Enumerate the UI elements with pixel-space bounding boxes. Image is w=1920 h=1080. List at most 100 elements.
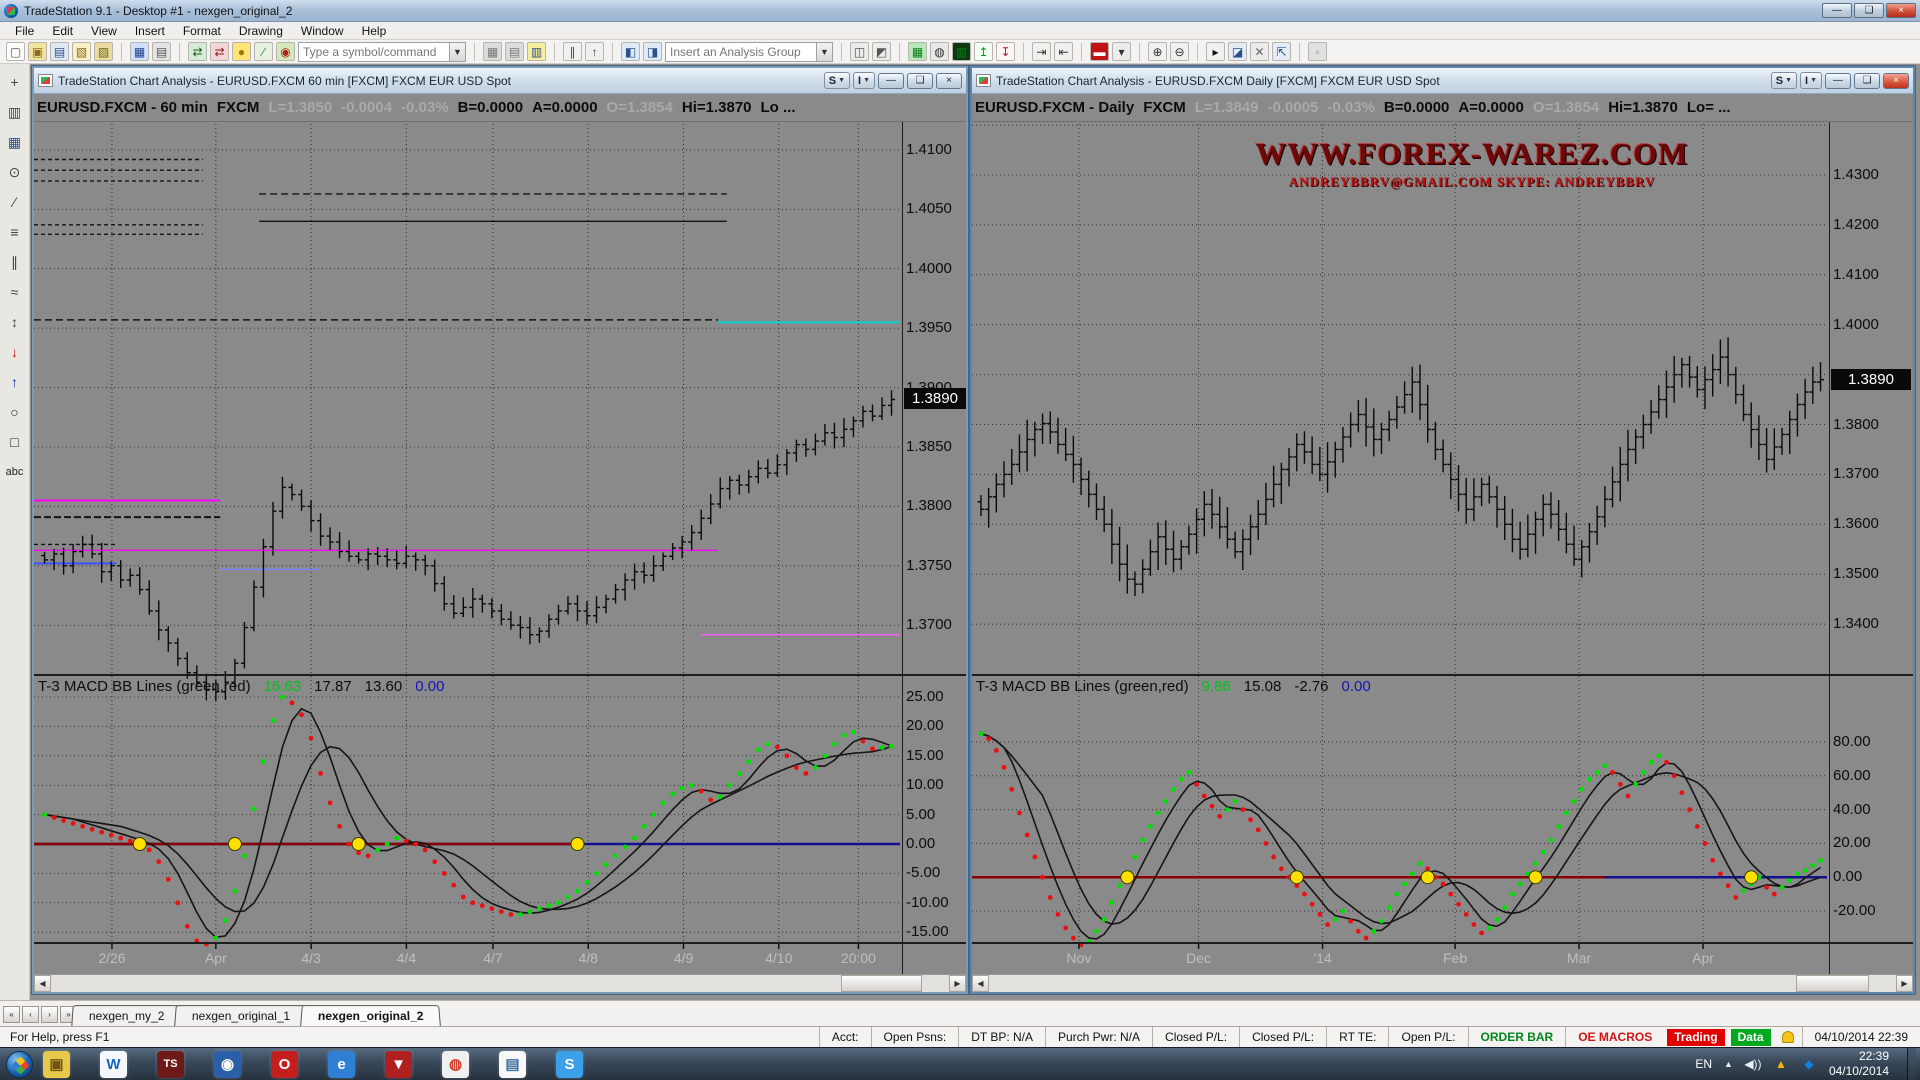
minimize-button[interactable]: — bbox=[1825, 73, 1851, 89]
zoom-tool-icon[interactable]: ⊙ bbox=[4, 162, 26, 182]
scroll-thumb[interactable] bbox=[841, 975, 922, 992]
grid-chart-icon[interactable]: ▦ bbox=[4, 132, 26, 152]
lock-icon[interactable]: ● bbox=[232, 42, 251, 61]
save-icon[interactable]: ▦ bbox=[130, 42, 149, 61]
menu-item-view[interactable]: View bbox=[82, 23, 126, 39]
workspace-tab-nexgen_original_2[interactable]: nexgen_original_2 bbox=[301, 1005, 442, 1026]
save-desktop-icon[interactable]: ▤ bbox=[50, 42, 69, 61]
pencil-tool-icon[interactable]: ∕ bbox=[4, 192, 26, 212]
bar-width-a-icon[interactable]: ⇥ bbox=[1032, 42, 1051, 61]
chart-window-titlebar[interactable]: TradeStation Chart Analysis - EURUSD.FXC… bbox=[34, 68, 966, 94]
workspace-tab-nexgen_my_2[interactable]: nexgen_my_2 bbox=[71, 1005, 182, 1026]
new-icon[interactable]: ▢ bbox=[6, 42, 25, 61]
candle-down-icon[interactable]: ↧ bbox=[996, 42, 1015, 61]
grid-a-icon[interactable]: ▦ bbox=[483, 42, 502, 61]
workspace-tab-nexgen_original_1[interactable]: nexgen_original_1 bbox=[175, 1005, 309, 1026]
signal-icon[interactable]: ∥ bbox=[563, 42, 582, 61]
chart-bars-icon[interactable]: ▥ bbox=[952, 42, 971, 61]
media-icon[interactable]: ◉ bbox=[214, 1051, 241, 1078]
arrow-up-icon[interactable]: ↑ bbox=[585, 42, 604, 61]
scroll-left-icon[interactable]: ◀ bbox=[34, 975, 51, 992]
status-dropdown-button[interactable]: S▼ bbox=[824, 72, 850, 89]
opera-icon[interactable]: O bbox=[271, 1051, 298, 1078]
ie-icon[interactable]: e bbox=[328, 1051, 355, 1078]
analysis-input[interactable] bbox=[666, 44, 816, 60]
fib-time-icon[interactable]: ∥ bbox=[4, 252, 26, 272]
page-b-icon[interactable]: ◩ bbox=[872, 42, 891, 61]
bar-width-b-icon[interactable]: ⇤ bbox=[1054, 42, 1073, 61]
chart-body[interactable]: 2/26Apr4/34/44/74/84/94/1020:001.41001.4… bbox=[34, 122, 966, 974]
symbol-dropdown-icon[interactable]: ▼ bbox=[449, 43, 465, 61]
folder-icon[interactable]: ▨ bbox=[94, 42, 113, 61]
calculator-icon[interactable]: ▥ bbox=[527, 42, 546, 61]
zoom-out-icon[interactable]: ⊖ bbox=[1170, 42, 1189, 61]
minimize-button[interactable]: — bbox=[878, 73, 904, 89]
zoom-in-icon[interactable]: ⊕ bbox=[1148, 42, 1167, 61]
brush-icon[interactable]: ∕ bbox=[254, 42, 273, 61]
fib-lines-icon[interactable]: ≡ bbox=[4, 222, 26, 242]
menu-item-file[interactable]: File bbox=[6, 23, 43, 39]
price-axis[interactable]: 1.43001.42001.41001.40001.39001.38001.37… bbox=[1829, 122, 1913, 974]
chrome-icon[interactable]: ◍ bbox=[442, 1051, 469, 1078]
menu-item-drawing[interactable]: Drawing bbox=[230, 23, 292, 39]
scroll-thumb[interactable] bbox=[1796, 975, 1869, 992]
webmoney-icon[interactable]: W bbox=[100, 1051, 127, 1078]
menu-item-format[interactable]: Format bbox=[174, 23, 230, 39]
tray-expand-icon[interactable]: ▲ bbox=[1724, 1059, 1733, 1069]
close-button[interactable]: × bbox=[1886, 3, 1916, 18]
show-desktop-button[interactable] bbox=[1907, 1048, 1916, 1080]
candle-up-icon[interactable]: ↥ bbox=[974, 42, 993, 61]
symbol-combobox[interactable]: ▼ bbox=[298, 42, 466, 62]
data-badge[interactable]: Data bbox=[1731, 1029, 1771, 1046]
explorer-icon[interactable]: ▣ bbox=[43, 1051, 70, 1078]
quote-icon[interactable]: ◍ bbox=[930, 42, 949, 61]
tools-icon[interactable]: ✕ bbox=[1250, 42, 1269, 61]
scroll-right-icon[interactable]: ▶ bbox=[1896, 975, 1913, 992]
menu-item-window[interactable]: Window bbox=[292, 23, 353, 39]
gdrive-icon[interactable]: ▲ bbox=[1773, 1056, 1789, 1072]
colors-icon[interactable]: ◉ bbox=[276, 42, 295, 61]
pointer-icon[interactable]: ▸ bbox=[1206, 42, 1225, 61]
page-a-icon[interactable]: ◫ bbox=[850, 42, 869, 61]
order-bar-label[interactable]: ORDER BAR bbox=[1468, 1027, 1566, 1048]
tab-nav-1[interactable]: ‹ bbox=[22, 1006, 39, 1023]
date-axis[interactable]: NovDec'14FebMarApr bbox=[972, 942, 1913, 976]
style-dd-icon[interactable]: ▾ bbox=[1112, 42, 1131, 61]
marker-down-icon[interactable]: ↓ bbox=[4, 342, 26, 362]
text-tool-icon[interactable]: abc bbox=[4, 462, 26, 482]
skype-icon[interactable]: S bbox=[556, 1051, 583, 1078]
indicator-dropdown-button[interactable]: I▼ bbox=[853, 72, 875, 89]
dropbox-icon[interactable]: ◆ bbox=[1801, 1056, 1817, 1072]
updown-arrow-icon[interactable]: ↕ bbox=[4, 312, 26, 332]
maximize-button[interactable]: ❏ bbox=[1854, 3, 1884, 18]
tab-nav-0[interactable]: « bbox=[3, 1006, 20, 1023]
language-indicator[interactable]: EN bbox=[1695, 1057, 1712, 1071]
import-window-icon[interactable]: ⇄ bbox=[210, 42, 229, 61]
ellipse-tool-icon[interactable]: ○ bbox=[4, 402, 26, 422]
horizontal-scrollbar[interactable]: ◀ ▶ bbox=[972, 974, 1913, 992]
tradestation-icon[interactable]: TS bbox=[157, 1051, 184, 1078]
scroll-left-icon[interactable]: ◀ bbox=[972, 975, 989, 992]
date-axis[interactable]: 2/26Apr4/34/44/74/84/94/1020:00 bbox=[34, 942, 966, 976]
window-a-icon[interactable]: ◧ bbox=[621, 42, 640, 61]
indicator-label-row[interactable]: T-3 MACD BB Lines (green,red)16.6317.871… bbox=[38, 678, 444, 695]
indicator-label-row[interactable]: T-3 MACD BB Lines (green,red)9.8615.08-2… bbox=[976, 678, 1371, 695]
chart-pointer-icon[interactable]: ◪ bbox=[1228, 42, 1247, 61]
alert-bell-icon[interactable] bbox=[1782, 1031, 1794, 1043]
editor-icon[interactable]: ▤ bbox=[499, 1051, 526, 1078]
scroll-track[interactable] bbox=[51, 975, 949, 992]
help-tool-icon[interactable]: ▫ bbox=[1308, 42, 1327, 61]
oe-macros-label[interactable]: OE MACROS bbox=[1565, 1027, 1664, 1048]
window-b-icon[interactable]: ◨ bbox=[643, 42, 662, 61]
volume-icon[interactable]: ◀)) bbox=[1745, 1056, 1761, 1072]
matrix-icon[interactable]: ▦ bbox=[908, 42, 927, 61]
ohlc-style-icon[interactable]: ▬ bbox=[1090, 42, 1109, 61]
export-window-icon[interactable]: ⇄ bbox=[188, 42, 207, 61]
taskbar-clock[interactable]: 22:39 04/10/2014 bbox=[1829, 1049, 1895, 1079]
price-axis[interactable]: 1.41001.40501.40001.39501.39001.38501.38… bbox=[902, 122, 968, 974]
horizontal-scrollbar[interactable]: ◀ ▶ bbox=[34, 974, 966, 992]
scroll-right-icon[interactable]: ▶ bbox=[949, 975, 966, 992]
chart-canvas[interactable] bbox=[972, 122, 1829, 952]
chart-canvas[interactable] bbox=[34, 122, 902, 952]
restore-button[interactable]: ❏ bbox=[1854, 73, 1880, 89]
